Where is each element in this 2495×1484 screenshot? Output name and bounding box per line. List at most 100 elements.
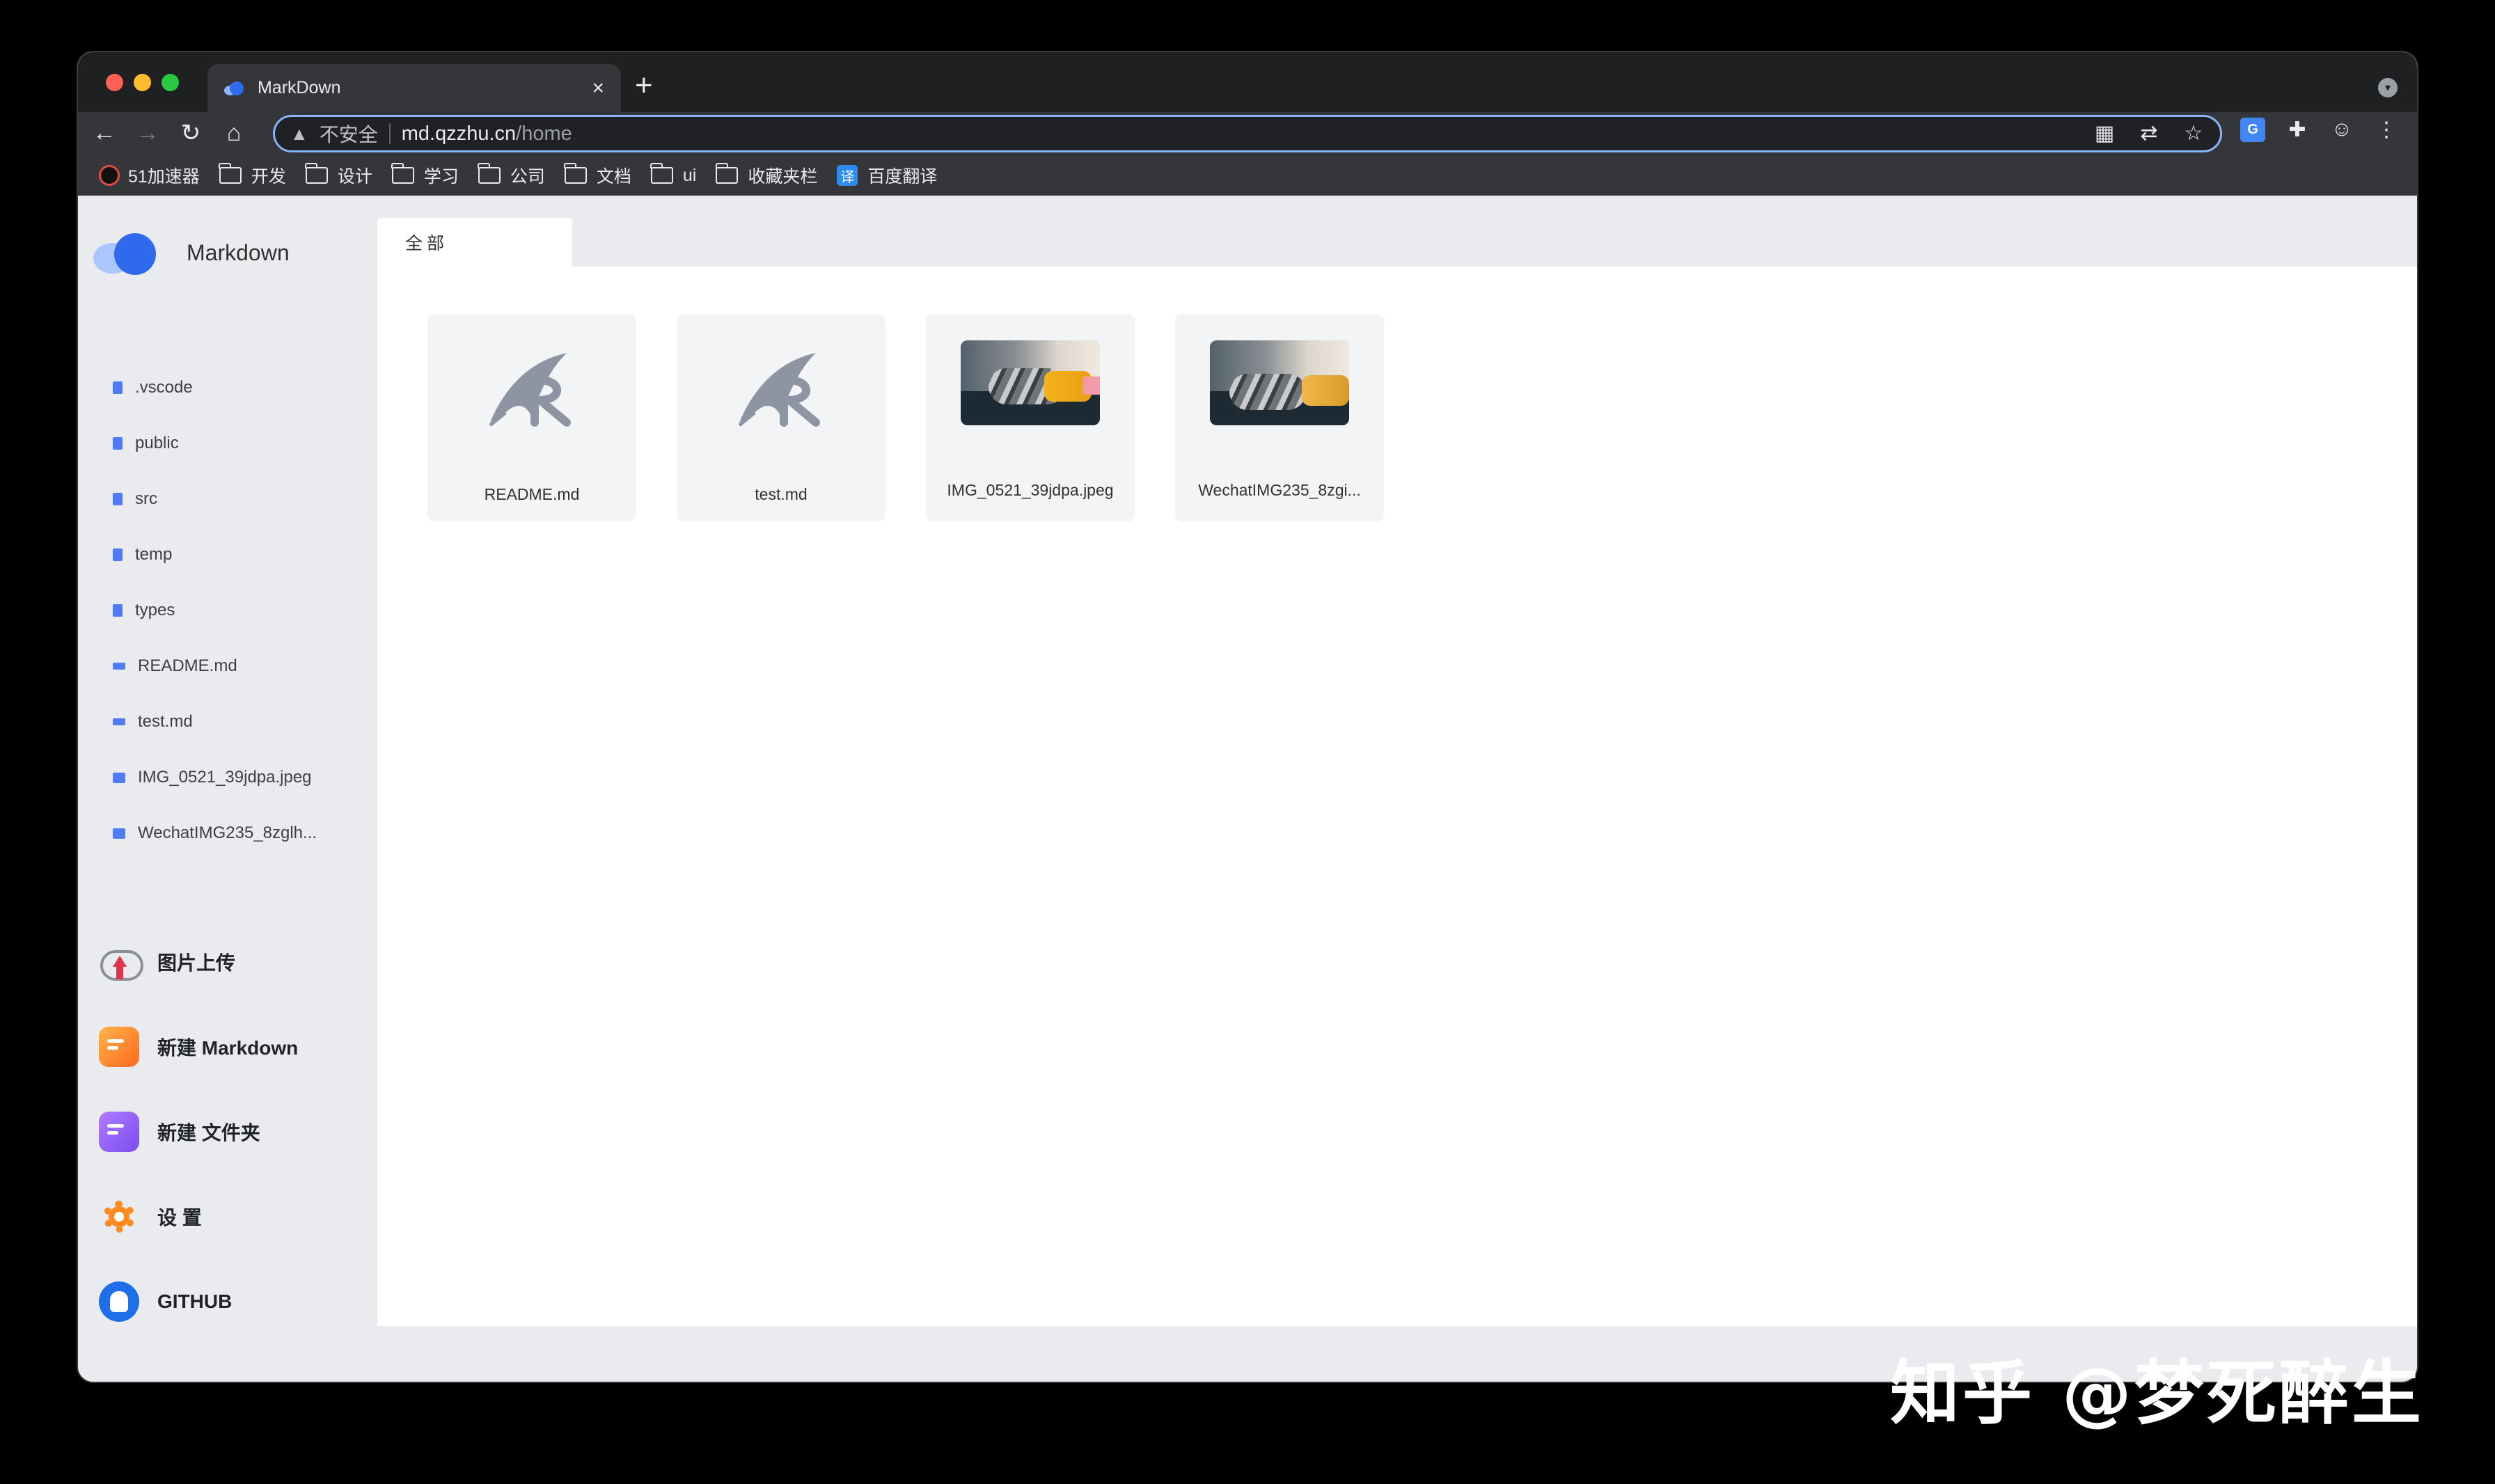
window-controls bbox=[106, 74, 179, 91]
browser-toolbar: ← → ↻ ⌂ ▲ 不安全 md.qzzhu.cn/home ▦ ⇄ ☆ G ✚… bbox=[78, 112, 2417, 155]
file-icon bbox=[113, 548, 123, 561]
address-bar[interactable]: ▲ 不安全 md.qzzhu.cn/home ▦ ⇄ ☆ bbox=[273, 115, 2222, 152]
folder-icon bbox=[305, 163, 328, 184]
new-markdown-icon bbox=[99, 1027, 139, 1067]
extensions-puzzle-icon[interactable]: ✚ bbox=[2285, 118, 2310, 142]
upload-image-button[interactable]: 图片上传 bbox=[99, 938, 349, 986]
bookmark-folder-xuexi[interactable]: 学习 bbox=[391, 163, 459, 188]
new-folder-icon bbox=[99, 1112, 139, 1152]
quill-logo-icon bbox=[462, 340, 601, 427]
file-card-wechatimg235[interactable]: WechatIMG235_8zgi... bbox=[1175, 314, 1384, 521]
cloud-favicon-icon bbox=[224, 80, 245, 97]
tree-item-readme[interactable]: README.md bbox=[113, 652, 363, 680]
tree-item-vscode[interactable]: .vscode bbox=[113, 374, 363, 402]
minimize-window-button[interactable] bbox=[134, 74, 151, 91]
sidebar: Markdown .vscode public src temp types R… bbox=[78, 207, 370, 1382]
file-card-label: WechatIMG235_8zgi... bbox=[1198, 481, 1361, 499]
file-icon bbox=[113, 604, 123, 617]
tab-search-icon[interactable]: ▾ bbox=[2378, 78, 2398, 97]
settings-button[interactable]: 设 置 bbox=[99, 1192, 349, 1241]
browser-window: MarkDown × + ▾ ← → ↻ ⌂ ▲ 不安全 md.qzzhu.cn… bbox=[78, 52, 2417, 1382]
file-card-readme[interactable]: README.md bbox=[427, 314, 636, 521]
speed-icon bbox=[99, 165, 120, 186]
zhihu-watermark: 知乎 @梦死醉生 bbox=[1890, 1352, 2424, 1434]
github-icon bbox=[99, 1281, 139, 1322]
security-status[interactable]: 不安全 bbox=[320, 120, 378, 148]
tab-title: MarkDown bbox=[258, 78, 341, 97]
maximize-window-button[interactable] bbox=[162, 74, 179, 91]
file-card-test[interactable]: test.md bbox=[677, 314, 886, 521]
folder-icon bbox=[391, 163, 414, 184]
url-path[interactable]: /home bbox=[516, 123, 572, 145]
folder-icon bbox=[564, 163, 587, 184]
warning-icon[interactable]: ▲ bbox=[290, 123, 308, 145]
address-bar-actions: ▦ ⇄ ☆ bbox=[2091, 121, 2207, 145]
tree-item-src[interactable]: src bbox=[113, 485, 363, 513]
tree-item-wechatimg235[interactable]: WechatIMG235_8zglh... bbox=[113, 819, 363, 847]
file-card-label: test.md bbox=[755, 485, 808, 503]
image-icon bbox=[113, 772, 125, 783]
cat-photo-thumbnail bbox=[1210, 340, 1349, 425]
file-card-img-0521[interactable]: IMG_0521_39jdpa.jpeg bbox=[926, 314, 1135, 521]
tree-item-types[interactable]: types bbox=[113, 597, 363, 624]
file-card-label: README.md bbox=[484, 485, 580, 503]
file-panel: README.md test.md IMG_0521_39jdpa.jpeg W… bbox=[377, 267, 2417, 1326]
tab-all[interactable]: 全部 bbox=[377, 218, 572, 267]
address-divider bbox=[388, 123, 391, 144]
tab-close-icon[interactable]: × bbox=[592, 77, 604, 99]
folder-icon bbox=[478, 163, 501, 184]
quill-logo-icon bbox=[711, 340, 851, 427]
main-content: 全部 README.md test.md IMG_0521_39jdpa.jpe… bbox=[370, 207, 2417, 1382]
bookmark-51jiasu[interactable]: 51加速器 bbox=[99, 163, 200, 188]
bookmark-folder-sheji[interactable]: 设计 bbox=[305, 163, 372, 188]
close-window-button[interactable] bbox=[106, 74, 123, 91]
folder-icon bbox=[715, 163, 739, 184]
more-menu-icon[interactable]: ⋮ bbox=[2374, 118, 2399, 142]
tree-item-temp[interactable]: temp bbox=[113, 541, 363, 569]
new-tab-button[interactable]: + bbox=[635, 70, 653, 101]
bookmark-folder-shoucang[interactable]: 收藏夹栏 bbox=[715, 163, 817, 188]
settings-icon bbox=[99, 1197, 139, 1237]
forward-arrow-icon[interactable]: → bbox=[131, 116, 164, 150]
google-translate-icon[interactable]: G bbox=[2240, 118, 2265, 142]
tree-item-img-0521[interactable]: IMG_0521_39jdpa.jpeg bbox=[113, 764, 363, 791]
extension-icons: G ✚ ☺ ⋮ bbox=[2240, 118, 2399, 142]
browser-tab-markdown[interactable]: MarkDown × bbox=[207, 64, 621, 112]
translate-page-icon[interactable]: ⇄ bbox=[2135, 121, 2163, 145]
back-arrow-icon[interactable]: ← bbox=[88, 116, 121, 150]
app-logo[interactable]: Markdown bbox=[92, 228, 290, 278]
profile-avatar-icon[interactable]: ☺ bbox=[2329, 118, 2354, 142]
tree-item-test[interactable]: test.md bbox=[113, 708, 363, 736]
bookmark-folder-ui[interactable]: ui bbox=[650, 163, 696, 186]
home-icon[interactable]: ⌂ bbox=[217, 116, 251, 150]
app-title: Markdown bbox=[187, 239, 290, 265]
file-icon bbox=[113, 493, 123, 505]
bookmark-star-icon[interactable]: ☆ bbox=[2180, 121, 2207, 145]
translate-icon: 译 bbox=[837, 165, 858, 186]
file-card-label: IMG_0521_39jdpa.jpeg bbox=[947, 481, 1114, 499]
browser-titlebar: MarkDown × + ▾ bbox=[78, 52, 2417, 112]
new-folder-button[interactable]: 新建 文件夹 bbox=[99, 1107, 349, 1156]
upload-icon bbox=[99, 942, 143, 982]
bookmarks-bar: 51加速器 开发 设计 学习 公司 文档 ui 收藏夹栏 译百度翻译 bbox=[78, 155, 2417, 196]
bookmark-baidu-fanyi[interactable]: 译百度翻译 bbox=[837, 163, 937, 188]
folder-icon bbox=[219, 163, 242, 184]
file-icon bbox=[113, 437, 123, 450]
bookmark-folder-wendang[interactable]: 文档 bbox=[564, 163, 631, 188]
bookmark-folder-gongsi[interactable]: 公司 bbox=[478, 163, 545, 188]
cat-photo-thumbnail bbox=[961, 340, 1100, 425]
markdown-icon bbox=[113, 718, 125, 725]
file-icon bbox=[113, 381, 123, 394]
image-icon bbox=[113, 828, 125, 839]
folder-icon bbox=[650, 163, 673, 184]
tree-item-public[interactable]: public bbox=[113, 429, 363, 457]
cloud-logo-icon bbox=[92, 228, 157, 278]
reload-icon[interactable]: ↻ bbox=[174, 116, 207, 150]
qr-code-icon[interactable]: ▦ bbox=[2091, 121, 2118, 145]
markdown-app: Markdown .vscode public src temp types R… bbox=[78, 207, 2417, 1382]
url-host[interactable]: md.qzzhu.cn bbox=[402, 123, 516, 145]
markdown-icon bbox=[113, 663, 125, 670]
new-markdown-button[interactable]: 新建 Markdown bbox=[99, 1023, 349, 1071]
github-button[interactable]: GITHUB bbox=[99, 1277, 349, 1326]
bookmark-folder-kaifa[interactable]: 开发 bbox=[219, 163, 286, 188]
